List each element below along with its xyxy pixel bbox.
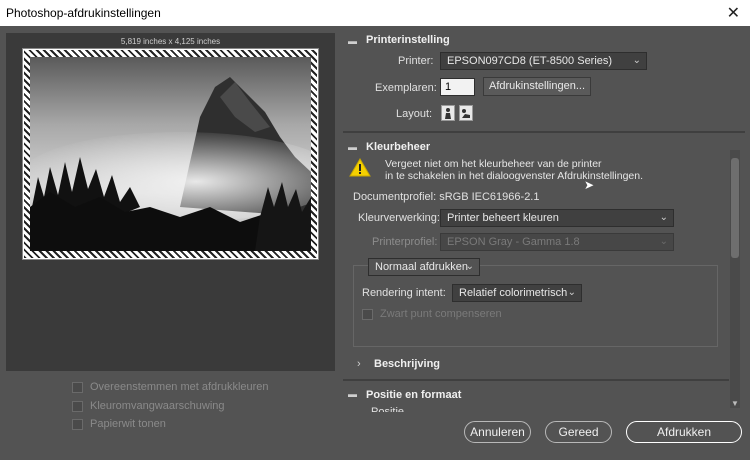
print-settings-button[interactable]: Afdrukinstellingen... <box>483 77 591 96</box>
color-handling-select[interactable]: Printer beheert kleuren ⌄ <box>440 209 674 227</box>
collapse-icon[interactable]: ▬ <box>348 389 357 399</box>
gamut-warning-label: Kleuromvangwaarschuwing <box>90 400 225 412</box>
printer-profile-label: Printerprofiel: <box>372 236 438 248</box>
collapse-icon[interactable]: ▬ <box>348 36 357 46</box>
warning-line-1: Vergeet niet om het kleurbeheer van de p… <box>385 158 602 170</box>
printer-setup-title: Printerinstelling <box>366 34 450 46</box>
gamut-warning-checkbox[interactable] <box>72 400 83 412</box>
printer-value: EPSON097CD8 (ET-8500 Series) <box>447 55 613 67</box>
chevron-down-icon: ⌄ <box>567 287 576 298</box>
warning-icon <box>349 158 371 180</box>
scroll-down-icon[interactable]: ▼ <box>731 399 739 408</box>
landscape-layout-icon[interactable] <box>459 105 473 121</box>
foggy-forest-image <box>30 57 311 251</box>
print-preview-panel: 5,819 inches x 4,125 inches <box>6 33 335 371</box>
position-sublabel: Positie <box>371 406 405 412</box>
print-mode-value: Normaal afdrukken <box>375 261 468 273</box>
match-print-colors-checkbox[interactable] <box>72 381 83 393</box>
color-handling-label: Kleurverwerking: <box>358 212 440 224</box>
section-divider <box>343 379 729 381</box>
window-title: Photoshop-afdrukinstellingen <box>6 6 161 20</box>
copies-input[interactable] <box>440 78 475 96</box>
layout-label: Layout: <box>396 108 433 120</box>
color-management-title: Kleurbeheer <box>366 141 431 153</box>
warning-message: Vergeet niet om het kleurbeheer van de p… <box>385 158 643 182</box>
chevron-right-icon[interactable]: › <box>357 358 361 370</box>
match-print-colors-option[interactable]: Overeenstemmen met afdrukkleuren <box>72 381 269 393</box>
printer-label: Printer: <box>398 55 434 67</box>
rendering-intent-label: Rendering intent: <box>362 287 446 299</box>
print-mode-select[interactable]: Normaal afdrukken ⌄ <box>368 258 480 276</box>
paper-white-label: Papierwit tonen <box>90 418 166 430</box>
rendering-group-box <box>353 265 718 347</box>
rendering-intent-select[interactable]: Relatief colorimetrisch ⌄ <box>452 284 582 302</box>
color-handling-value: Printer beheert kleuren <box>447 212 559 224</box>
section-divider <box>343 131 745 133</box>
scrollbar-thumb[interactable] <box>731 158 739 258</box>
mouse-cursor-icon: ➤ <box>584 178 595 192</box>
paper-white-option[interactable]: Papierwit tonen <box>72 418 166 430</box>
chevron-down-icon: ⌄ <box>659 236 668 247</box>
cancel-button[interactable]: Annuleren <box>464 421 531 443</box>
printer-profile-select: EPSON Gray - Gamma 1.8 ⌄ <box>440 233 674 251</box>
position-size-title: Positie en formaat <box>366 389 462 401</box>
chevron-down-icon: ⌄ <box>632 55 641 66</box>
chevron-down-icon: ⌄ <box>465 261 474 272</box>
warning-line-2: in te schakelen in het dialoogvenster Af… <box>385 170 643 182</box>
portrait-layout-icon[interactable] <box>441 105 455 121</box>
chevron-down-icon: ⌄ <box>659 212 668 223</box>
preview-dimensions: 5,819 inches x 4,125 inches <box>120 37 221 46</box>
paper-white-checkbox[interactable] <box>72 418 83 430</box>
document-profile: Documentprofiel: sRGB IEC61966-2.1 <box>353 191 540 203</box>
printer-select[interactable]: EPSON097CD8 (ET-8500 Series) ⌄ <box>440 52 647 70</box>
done-button[interactable]: Gereed <box>545 421 612 443</box>
description-title[interactable]: Beschrijving <box>374 358 440 370</box>
rendering-intent-value: Relatief colorimetrisch <box>459 287 568 299</box>
gamut-warning-option[interactable]: Kleuromvangwaarschuwing <box>72 400 225 412</box>
black-point-label: Zwart punt compenseren <box>380 308 502 320</box>
copies-label: Exemplaren: <box>375 82 437 94</box>
black-point-option: Zwart punt compenseren <box>362 308 502 320</box>
title-bar: Photoshop-afdrukinstellingen ✕ <box>0 0 750 26</box>
preview-image <box>30 57 311 251</box>
collapse-icon[interactable]: ▬ <box>348 142 357 152</box>
match-print-colors-label: Overeenstemmen met afdrukkleuren <box>90 381 269 393</box>
black-point-checkbox <box>362 308 373 320</box>
printer-profile-value: EPSON Gray - Gamma 1.8 <box>447 236 580 248</box>
print-button[interactable]: Afdrukken <box>626 421 742 443</box>
close-icon[interactable]: ✕ <box>727 3 740 23</box>
